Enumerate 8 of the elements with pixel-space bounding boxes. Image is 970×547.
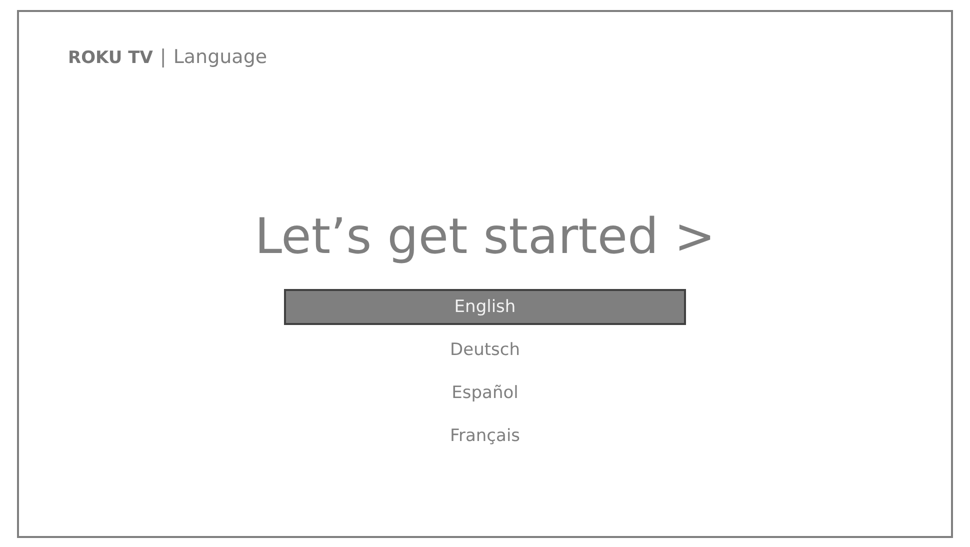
- separator: |: [160, 46, 166, 68]
- logo: ROKU TV: [68, 48, 153, 68]
- language-option[interactable]: English: [284, 289, 686, 325]
- page-title: Language: [173, 46, 268, 68]
- language-option[interactable]: Français: [284, 418, 686, 454]
- language-option[interactable]: Español: [284, 375, 686, 411]
- heading: Let’s get started >: [254, 208, 716, 265]
- language-option[interactable]: Deutsch: [284, 332, 686, 368]
